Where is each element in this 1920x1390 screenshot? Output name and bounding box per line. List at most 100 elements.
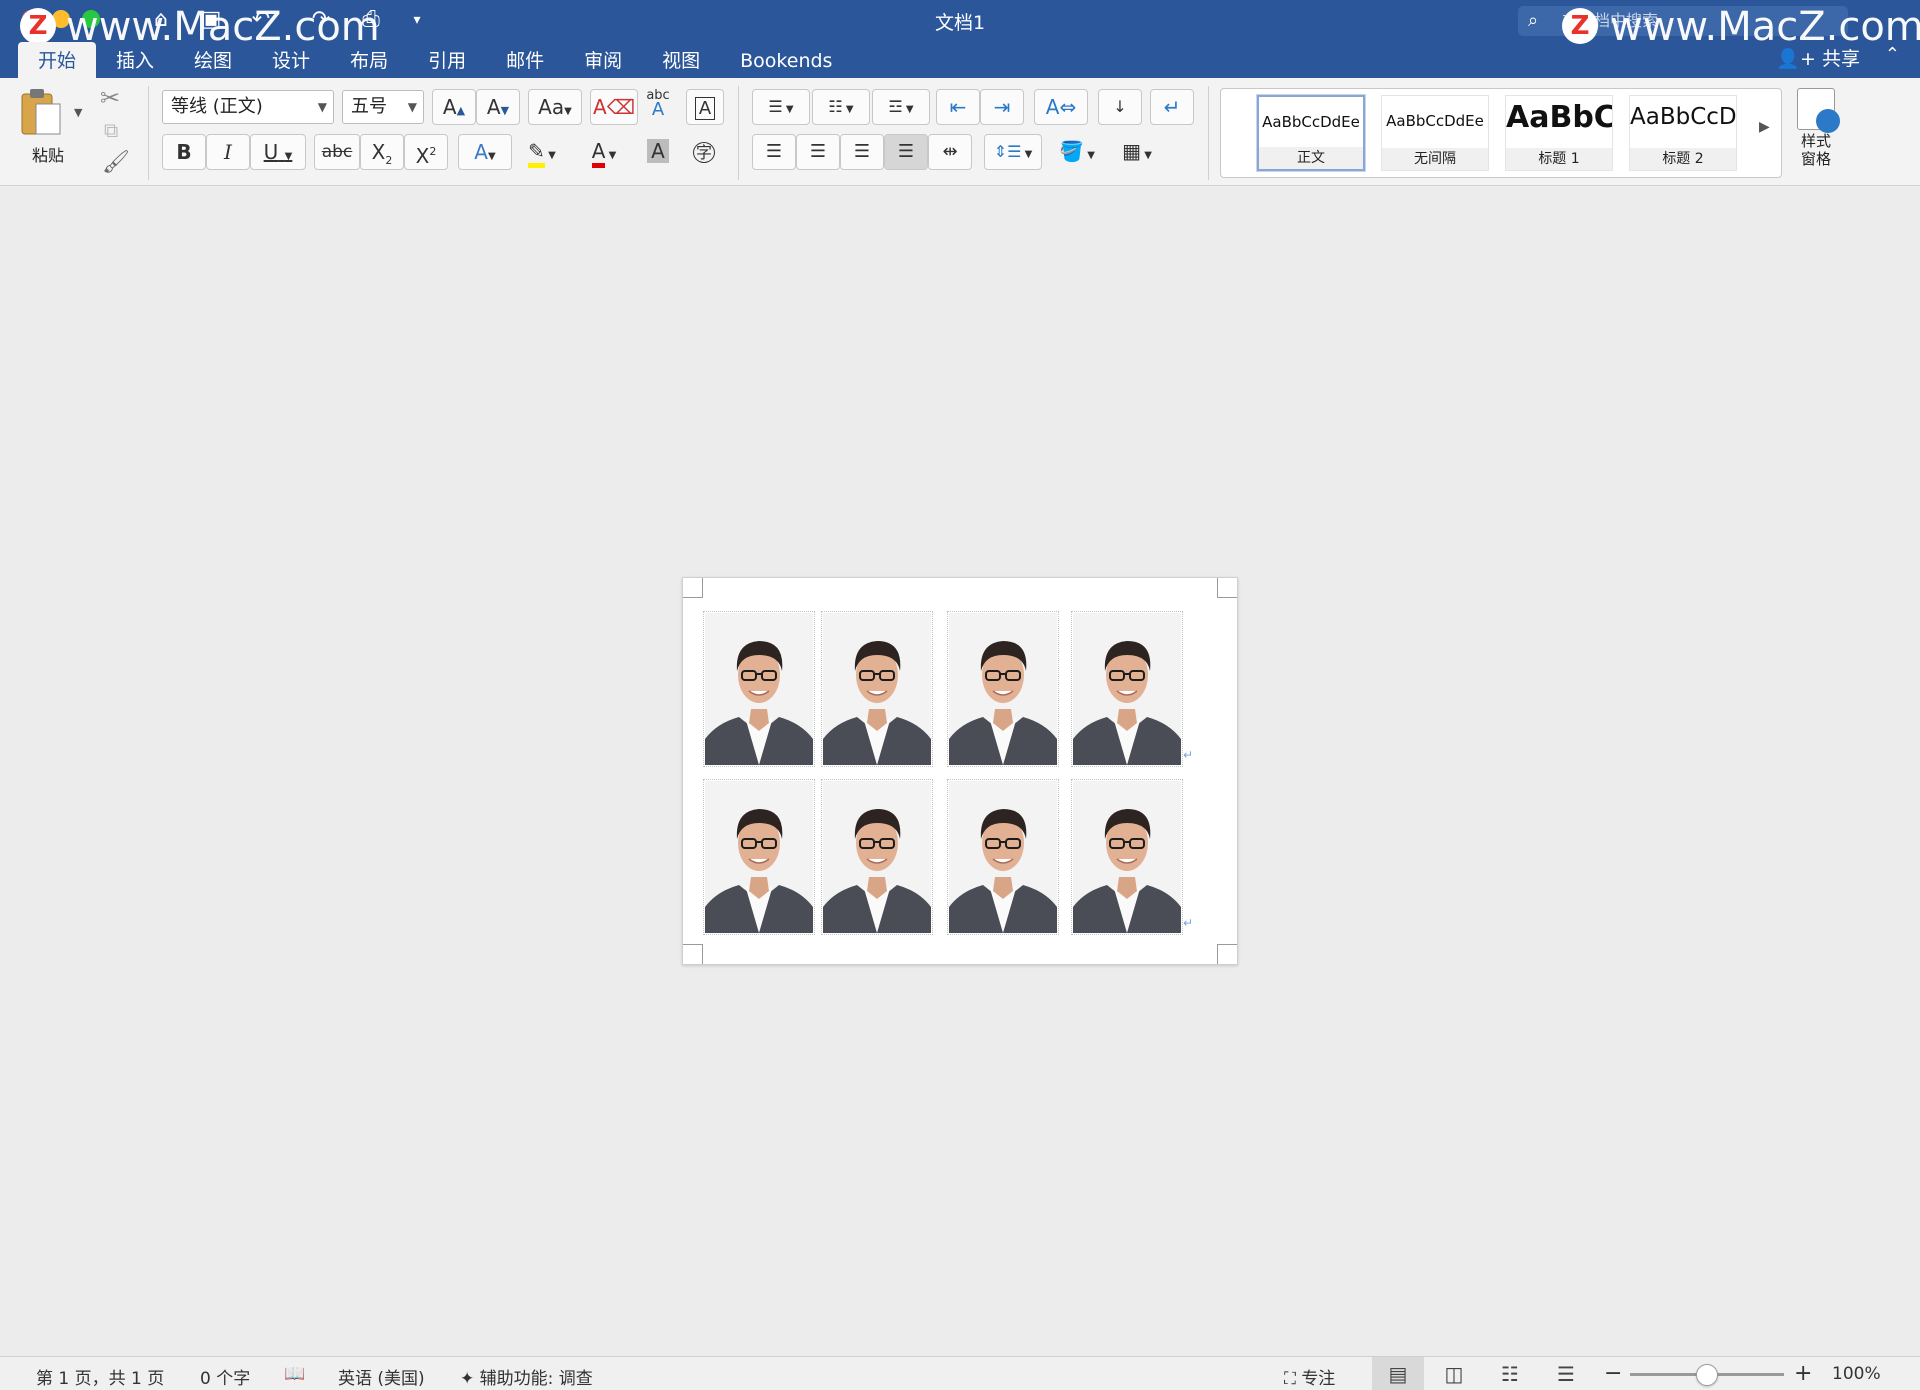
- zoom-level[interactable]: 100%: [1832, 1364, 1881, 1384]
- increase-indent-button[interactable]: ⇥: [980, 89, 1024, 125]
- tab-4[interactable]: 布局: [330, 42, 408, 78]
- tab-0[interactable]: 开始: [18, 42, 97, 78]
- character-border-button[interactable]: A: [686, 89, 724, 125]
- zoom-slider-thumb[interactable]: [1696, 1364, 1718, 1386]
- clear-formatting-button[interactable]: A⌫: [590, 89, 638, 125]
- portrait-photo[interactable]: [947, 779, 1059, 935]
- paste-button[interactable]: [18, 86, 78, 144]
- justify-button[interactable]: ☰: [884, 134, 928, 170]
- bullets-button[interactable]: ☰ ▼: [752, 89, 810, 125]
- borders-button[interactable]: ▦ ▼: [1110, 134, 1164, 170]
- strikethrough-button[interactable]: abc: [314, 134, 360, 170]
- grow-font-button[interactable]: A▲: [432, 89, 476, 125]
- portrait-photo[interactable]: [703, 779, 815, 935]
- add-person-icon: 👤+: [1776, 48, 1816, 70]
- style-name: 无间隔: [1382, 148, 1488, 170]
- style-sample: AaBbCcDdEe: [1262, 113, 1360, 131]
- show-marks-button[interactable]: ↵: [1150, 89, 1194, 125]
- highlight-button[interactable]: ✎ ▼: [516, 134, 568, 170]
- align-right-button[interactable]: ☰: [840, 134, 884, 170]
- highlighter-icon: ✎: [528, 139, 545, 168]
- zoom-out-button[interactable]: −: [1604, 1361, 1622, 1386]
- copy-icon[interactable]: ⧉: [104, 118, 118, 142]
- ribbon-tabs: 开始 插入 绘图 设计 布局 引用 邮件 审阅 视图 Bookends: [18, 42, 852, 78]
- paste-dropdown-icon[interactable]: ▼: [74, 106, 82, 119]
- draft-view-button[interactable]: ☰: [1540, 1357, 1592, 1390]
- focus-button[interactable]: ⛶ 专注: [1284, 1364, 1335, 1389]
- sort-button[interactable]: ↓: [1098, 89, 1142, 125]
- decrease-indent-button[interactable]: ⇤: [936, 89, 980, 125]
- font-color-button[interactable]: A ▼: [578, 134, 630, 170]
- tab-3[interactable]: 设计: [252, 42, 330, 78]
- portrait-photo[interactable]: [703, 611, 815, 767]
- cut-icon[interactable]: ✂: [100, 84, 120, 112]
- document-page[interactable]: ↵ ↵: [682, 577, 1238, 965]
- numbering-button[interactable]: ☷ ▼: [812, 89, 870, 125]
- text-direction-icon: A⇔: [1045, 95, 1077, 119]
- styles-gallery: AaBbCcDdEe 正文 AaBbCcDdEe 无间隔 AaBbC 标题 1 …: [1220, 88, 1782, 178]
- portrait-photo[interactable]: [821, 779, 933, 935]
- align-center-button[interactable]: ☰: [796, 134, 840, 170]
- tab-5[interactable]: 引用: [408, 42, 486, 78]
- shrink-font-button[interactable]: A▼: [476, 89, 520, 125]
- margin-corner-br: [1217, 944, 1237, 964]
- subscript-label: X: [371, 140, 386, 164]
- phonetic-guide-button[interactable]: abc A: [638, 89, 678, 125]
- font-name-select[interactable]: 等线 (正文) ▼: [162, 90, 334, 124]
- separator: [148, 86, 149, 180]
- focus-label: 专注: [1301, 1369, 1336, 1389]
- tab-2[interactable]: 绘图: [174, 42, 252, 78]
- style-no-spacing[interactable]: AaBbCcDdEe 无间隔: [1381, 95, 1489, 171]
- paragraph-mark-icon: ↵: [1163, 95, 1181, 119]
- align-right-icon: ☰: [853, 141, 871, 162]
- page-info[interactable]: 第 1 页，共 1 页: [36, 1364, 164, 1389]
- share-label: 共享: [1821, 48, 1860, 70]
- distributed-button[interactable]: ⇹: [928, 134, 972, 170]
- print-layout-view-button[interactable]: ▤: [1372, 1357, 1424, 1390]
- superscript-button[interactable]: X2: [404, 134, 448, 170]
- portrait-photo[interactable]: [947, 611, 1059, 767]
- format-painter-icon[interactable]: 🖌: [102, 150, 130, 175]
- language[interactable]: 英语 (美国): [338, 1364, 425, 1389]
- style-normal[interactable]: AaBbCcDdEe 正文: [1257, 95, 1365, 171]
- style-heading-2[interactable]: AaBbCcD 标题 2: [1629, 95, 1737, 171]
- proofing-icon[interactable]: 📖: [284, 1364, 305, 1384]
- underline-button[interactable]: U ▼: [250, 134, 306, 170]
- collapse-ribbon-button[interactable]: ⌃: [1885, 44, 1900, 65]
- enclose-char-button[interactable]: 字: [686, 134, 722, 170]
- change-case-label: Aa: [538, 95, 565, 119]
- multilevel-list-button[interactable]: ☲ ▼: [872, 89, 930, 125]
- tab-6[interactable]: 邮件: [486, 42, 564, 78]
- char-shading-button[interactable]: A: [640, 134, 676, 170]
- change-case-button[interactable]: Aa▼: [528, 89, 582, 125]
- portrait-photo[interactable]: [1071, 611, 1183, 767]
- portrait-photo[interactable]: [1071, 779, 1183, 935]
- style-heading-1[interactable]: AaBbC 标题 1: [1505, 95, 1613, 171]
- zoom-in-button[interactable]: +: [1794, 1361, 1812, 1386]
- tab-8[interactable]: 视图: [642, 42, 720, 78]
- line-spacing-button[interactable]: ⇕☰ ▼: [984, 134, 1042, 170]
- italic-button[interactable]: I: [206, 134, 250, 170]
- outline-view-button[interactable]: ☷: [1484, 1357, 1536, 1390]
- web-layout-view-button[interactable]: ◫: [1428, 1357, 1480, 1390]
- style-name: 标题 2: [1630, 148, 1736, 170]
- text-direction-button[interactable]: A⇔: [1034, 89, 1088, 125]
- tab-7[interactable]: 审阅: [564, 42, 642, 78]
- share-button[interactable]: 👤+ 共享: [1776, 44, 1860, 71]
- styles-more-icon[interactable]: ▶: [1759, 119, 1770, 135]
- align-left-button[interactable]: ☰: [752, 134, 796, 170]
- font-size-value: 五号: [351, 96, 387, 117]
- text-effects-button[interactable]: A▼: [458, 134, 512, 170]
- tab-9[interactable]: Bookends: [720, 42, 852, 78]
- outdent-icon: ⇤: [949, 95, 967, 119]
- style-name: 正文: [1259, 147, 1363, 169]
- accessibility-status[interactable]: ✦ 辅助功能: 调查: [460, 1364, 593, 1389]
- tab-1[interactable]: 插入: [96, 42, 174, 78]
- styles-pane-button[interactable]: 样式 窗格: [1790, 88, 1842, 168]
- shading-button[interactable]: 🪣 ▼: [1050, 134, 1104, 170]
- subscript-button[interactable]: X2: [360, 134, 404, 170]
- bold-button[interactable]: B: [162, 134, 206, 170]
- portrait-photo[interactable]: [821, 611, 933, 767]
- word-count[interactable]: 0 个字: [200, 1364, 250, 1389]
- font-size-select[interactable]: 五号 ▼: [342, 90, 424, 124]
